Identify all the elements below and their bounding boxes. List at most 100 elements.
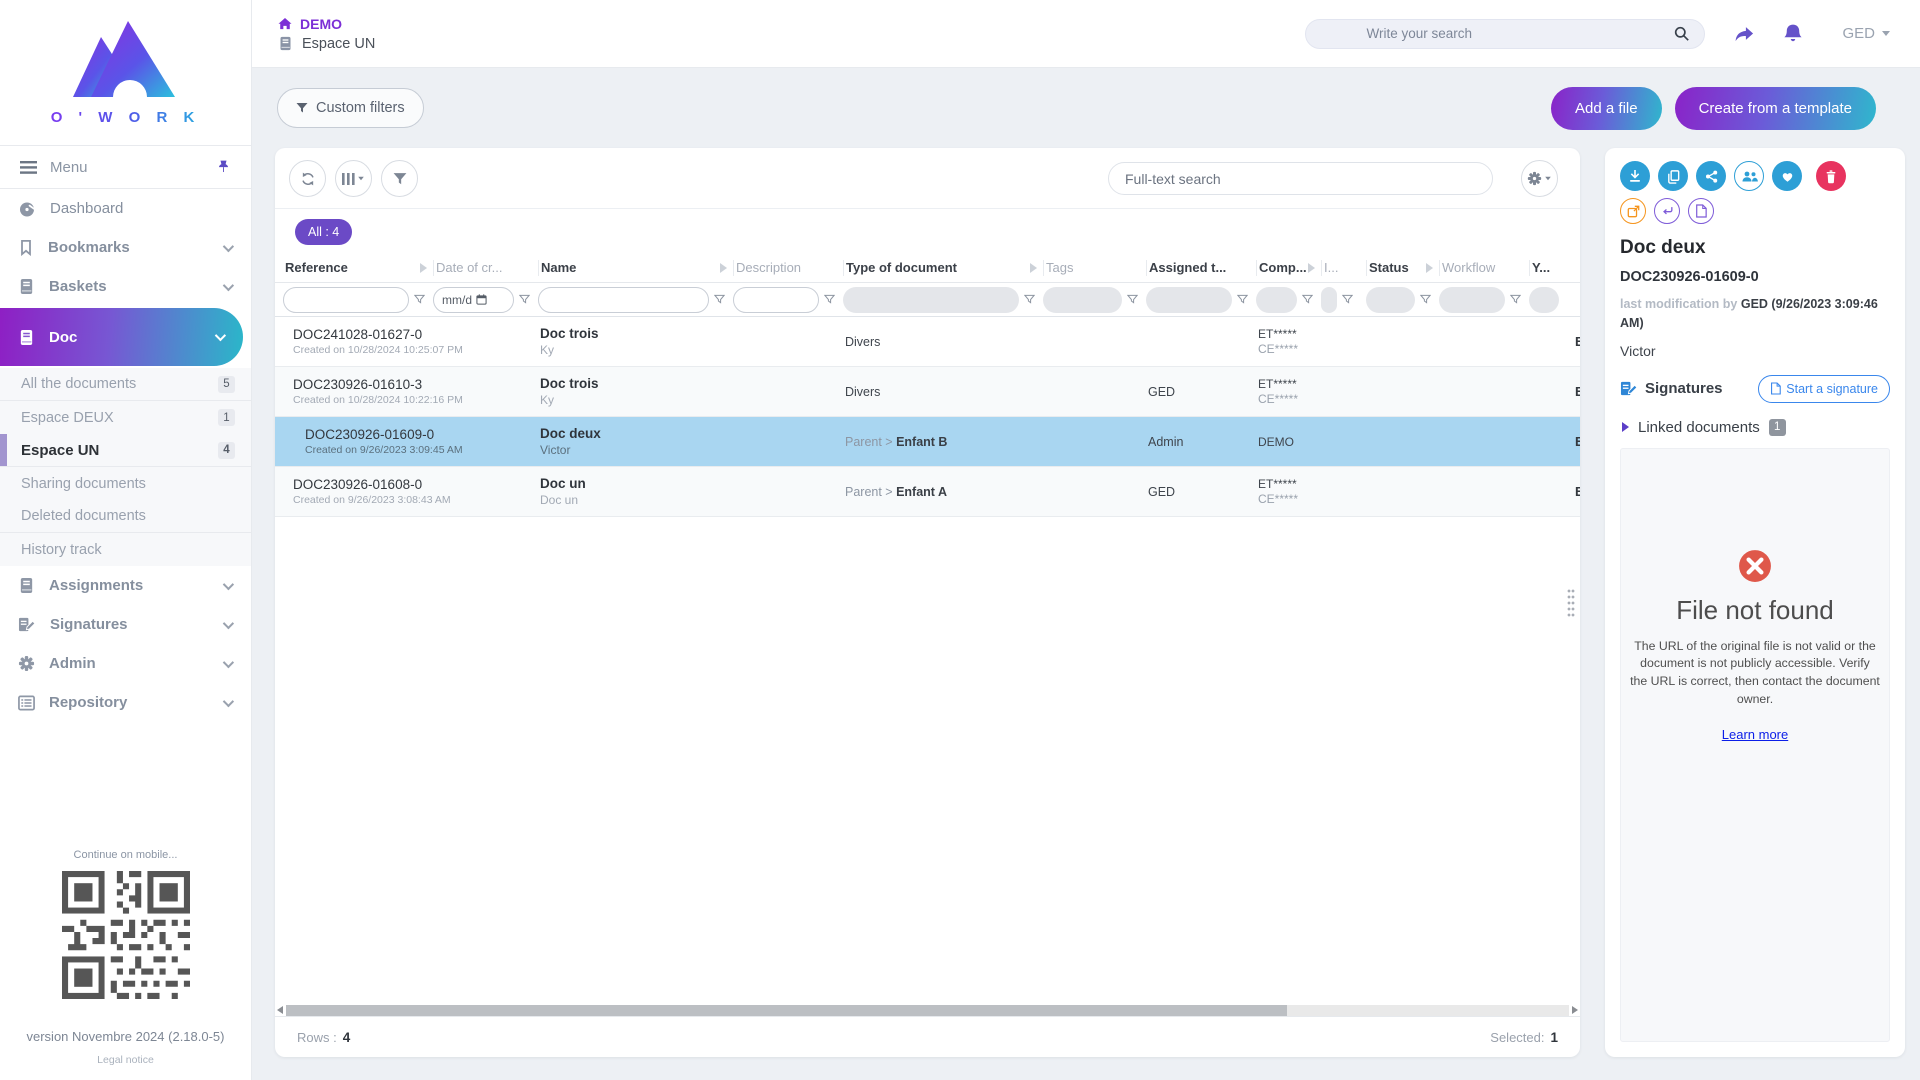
- download-button[interactable]: [1620, 161, 1650, 191]
- user-menu[interactable]: GED: [1842, 25, 1890, 42]
- table-settings-button[interactable]: [1521, 160, 1558, 197]
- date-filter-input[interactable]: mm/d: [433, 287, 514, 313]
- fulltext-search-input[interactable]: [1125, 171, 1476, 187]
- learn-more-link[interactable]: Learn more: [1722, 727, 1788, 742]
- start-signature-button[interactable]: Start a signature: [1758, 375, 1890, 403]
- funnel-icon[interactable]: [414, 294, 425, 305]
- funnel-icon[interactable]: [1302, 294, 1313, 305]
- sort-play-icon: [420, 263, 427, 273]
- table-row[interactable]: DOC230926-01610-3 Created on 10/28/2024 …: [275, 367, 1580, 417]
- panel-resize-handle[interactable]: [1567, 588, 1575, 618]
- funnel-icon[interactable]: [1127, 294, 1138, 305]
- custom-filters-button[interactable]: Custom filters: [277, 88, 424, 128]
- description-filter-input[interactable]: [733, 287, 819, 313]
- column-header-date-of-creation[interactable]: Date of cr...: [433, 260, 538, 276]
- share-arrow-icon[interactable]: [1732, 23, 1756, 44]
- breadcrumb-home[interactable]: DEMO: [278, 16, 375, 32]
- funnel-icon[interactable]: [1420, 294, 1431, 305]
- share-button[interactable]: [1696, 161, 1726, 191]
- legal-notice-link[interactable]: Legal notice: [97, 1054, 154, 1066]
- sidebar-item-label: Bookmarks: [48, 239, 130, 256]
- funnel-icon[interactable]: [1342, 294, 1353, 305]
- sidebar-item-admin[interactable]: Admin: [0, 644, 251, 683]
- horizontal-scrollbar[interactable]: [277, 1004, 1578, 1016]
- file-not-found-title: File not found: [1676, 595, 1834, 626]
- create-from-template-button[interactable]: Create from a template: [1675, 87, 1876, 130]
- company-filter-disabled: [1256, 287, 1297, 313]
- table-row-selected[interactable]: w DOC230926-01609-0 Created on 9/26/2023…: [275, 417, 1580, 467]
- sidebar-item-assignments[interactable]: Assignments: [0, 566, 251, 605]
- sidebar-item-all-documents[interactable]: All the documents 5: [0, 368, 251, 401]
- scroll-left-arrow[interactable]: [277, 1006, 283, 1014]
- funnel-icon[interactable]: [824, 294, 835, 305]
- column-header-reference[interactable]: Reference: [283, 260, 433, 276]
- document-subname: Ky: [540, 343, 733, 357]
- sidebar-item-repository[interactable]: Repository: [0, 683, 251, 722]
- sidebar-item-signatures[interactable]: Signatures: [0, 605, 251, 644]
- sidebar-item-baskets[interactable]: Baskets: [0, 267, 251, 306]
- add-file-button[interactable]: Add a file: [1551, 87, 1662, 130]
- edit-external-button[interactable]: [1620, 198, 1646, 224]
- funnel-icon[interactable]: [714, 294, 725, 305]
- funnel-icon[interactable]: [1510, 294, 1521, 305]
- column-header-tags[interactable]: Tags: [1043, 260, 1146, 276]
- document-detail-panel: Doc deux DOC230926-01609-0 last modifica…: [1605, 148, 1905, 1057]
- linked-documents-count: 1: [1769, 419, 1786, 436]
- chevron-down-icon: [223, 279, 234, 290]
- sidebar-item-label: Signatures: [50, 616, 128, 633]
- column-header-workflow[interactable]: Workflow: [1439, 260, 1529, 276]
- scrollbar-track[interactable]: [286, 1005, 1569, 1016]
- bell-icon[interactable]: [1783, 23, 1803, 45]
- column-header-name[interactable]: Name: [538, 260, 733, 276]
- sidebar-item-deleted-documents[interactable]: Deleted documents: [0, 500, 251, 533]
- delete-button[interactable]: [1816, 161, 1846, 191]
- sidebar-item-espace-un[interactable]: Espace UN 4: [0, 434, 251, 467]
- pin-sidebar-icon[interactable]: [216, 159, 231, 175]
- subitem-label: History track: [21, 542, 102, 558]
- table-row[interactable]: DOC230926-01608-0 Created on 9/26/2023 3…: [275, 467, 1580, 517]
- linked-documents-toggle[interactable]: Linked documents 1: [1620, 419, 1890, 436]
- funnel-icon[interactable]: [1237, 294, 1248, 305]
- column-header-description[interactable]: Description: [733, 260, 843, 276]
- filter-chips: All : 4: [275, 209, 1580, 253]
- sidebar-item-sharing-documents[interactable]: Sharing documents: [0, 467, 251, 500]
- column-header-i[interactable]: I...: [1321, 260, 1366, 276]
- column-header-y[interactable]: Y...: [1529, 260, 1580, 276]
- column-header-company[interactable]: Comp...: [1256, 260, 1321, 276]
- sidebar-item-espace-deux[interactable]: Espace DEUX 1: [0, 401, 251, 434]
- table-row[interactable]: DOC241028-01627-0 Created on 10/28/2024 …: [275, 317, 1580, 367]
- all-documents-chip[interactable]: All : 4: [295, 219, 352, 245]
- signature-blue-icon: [1620, 380, 1638, 397]
- document-properties-button[interactable]: [1688, 198, 1714, 224]
- sidebar-item-doc[interactable]: Doc: [0, 308, 243, 366]
- name-filter-input[interactable]: [538, 287, 709, 313]
- sidebar-item-dashboard[interactable]: Dashboard: [0, 189, 251, 228]
- global-search-input[interactable]: [1366, 26, 1674, 41]
- assign-users-button[interactable]: [1734, 161, 1764, 191]
- column-header-assigned-to[interactable]: Assigned t...: [1146, 260, 1256, 276]
- return-button[interactable]: [1654, 198, 1680, 224]
- main-area: DEMO Espace UN: [252, 0, 1920, 1080]
- document-list-panel: All : 4 Reference Date of cr... Name Des…: [275, 148, 1580, 1057]
- filter-button[interactable]: [381, 160, 418, 197]
- document-name: Doc un: [540, 476, 733, 491]
- column-header-type[interactable]: Type of document: [843, 260, 1043, 276]
- funnel-icon[interactable]: [1024, 294, 1035, 305]
- sidebar-item-history-track[interactable]: History track: [0, 533, 251, 566]
- reference-filter-input[interactable]: [283, 287, 409, 313]
- scrollbar-thumb[interactable]: [286, 1005, 1287, 1016]
- bookmark-icon: [18, 239, 34, 256]
- funnel-icon[interactable]: [519, 294, 530, 305]
- search-icon[interactable]: [1674, 26, 1690, 42]
- breadcrumb-space[interactable]: Espace UN: [278, 36, 375, 52]
- favorite-button[interactable]: [1772, 161, 1802, 191]
- document-subname: Victor: [540, 443, 733, 457]
- column-header-status[interactable]: Status: [1366, 260, 1439, 276]
- columns-button[interactable]: [335, 160, 372, 197]
- scroll-right-arrow[interactable]: [1572, 1006, 1578, 1014]
- copy-button[interactable]: [1658, 161, 1688, 191]
- refresh-button[interactable]: [289, 160, 326, 197]
- return-icon: [1661, 205, 1674, 217]
- sidebar-item-bookmarks[interactable]: Bookmarks: [0, 228, 251, 267]
- hamburger-icon[interactable]: [20, 161, 37, 174]
